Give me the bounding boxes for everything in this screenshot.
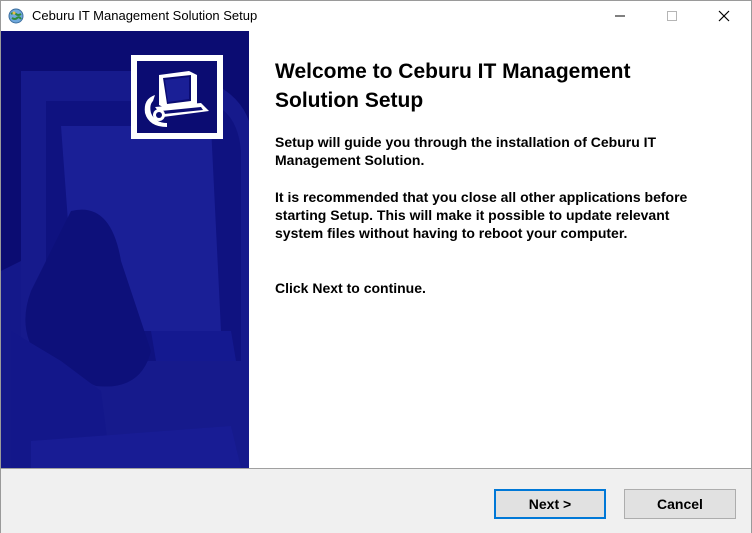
cancel-button[interactable]: Cancel bbox=[624, 489, 736, 519]
welcome-banner bbox=[1, 31, 249, 468]
setup-window: Ceburu IT Management Solution Setup Welc… bbox=[0, 0, 752, 533]
continue-instruction: Click Next to continue. bbox=[275, 280, 426, 296]
installer-logo bbox=[131, 55, 223, 139]
welcome-heading: Welcome to Ceburu IT Management Solution… bbox=[275, 60, 631, 112]
intro-text: Setup will guide you through the install… bbox=[275, 134, 657, 168]
button-bar: Next > Cancel bbox=[1, 468, 751, 533]
next-button[interactable]: Next > bbox=[494, 489, 606, 519]
minimize-button[interactable] bbox=[597, 1, 643, 31]
maximize-icon bbox=[667, 11, 677, 21]
title-bar[interactable]: Ceburu IT Management Solution Setup bbox=[1, 1, 751, 31]
close-button[interactable] bbox=[701, 1, 747, 31]
installer-computer-icon bbox=[137, 61, 217, 133]
recommendation-text: It is recommended that you close all oth… bbox=[275, 189, 688, 241]
close-icon bbox=[718, 10, 730, 22]
window-title: Ceburu IT Management Solution Setup bbox=[32, 8, 258, 23]
setup-globe-icon bbox=[8, 8, 24, 24]
maximize-button[interactable] bbox=[649, 1, 695, 31]
minimize-icon bbox=[615, 15, 625, 17]
